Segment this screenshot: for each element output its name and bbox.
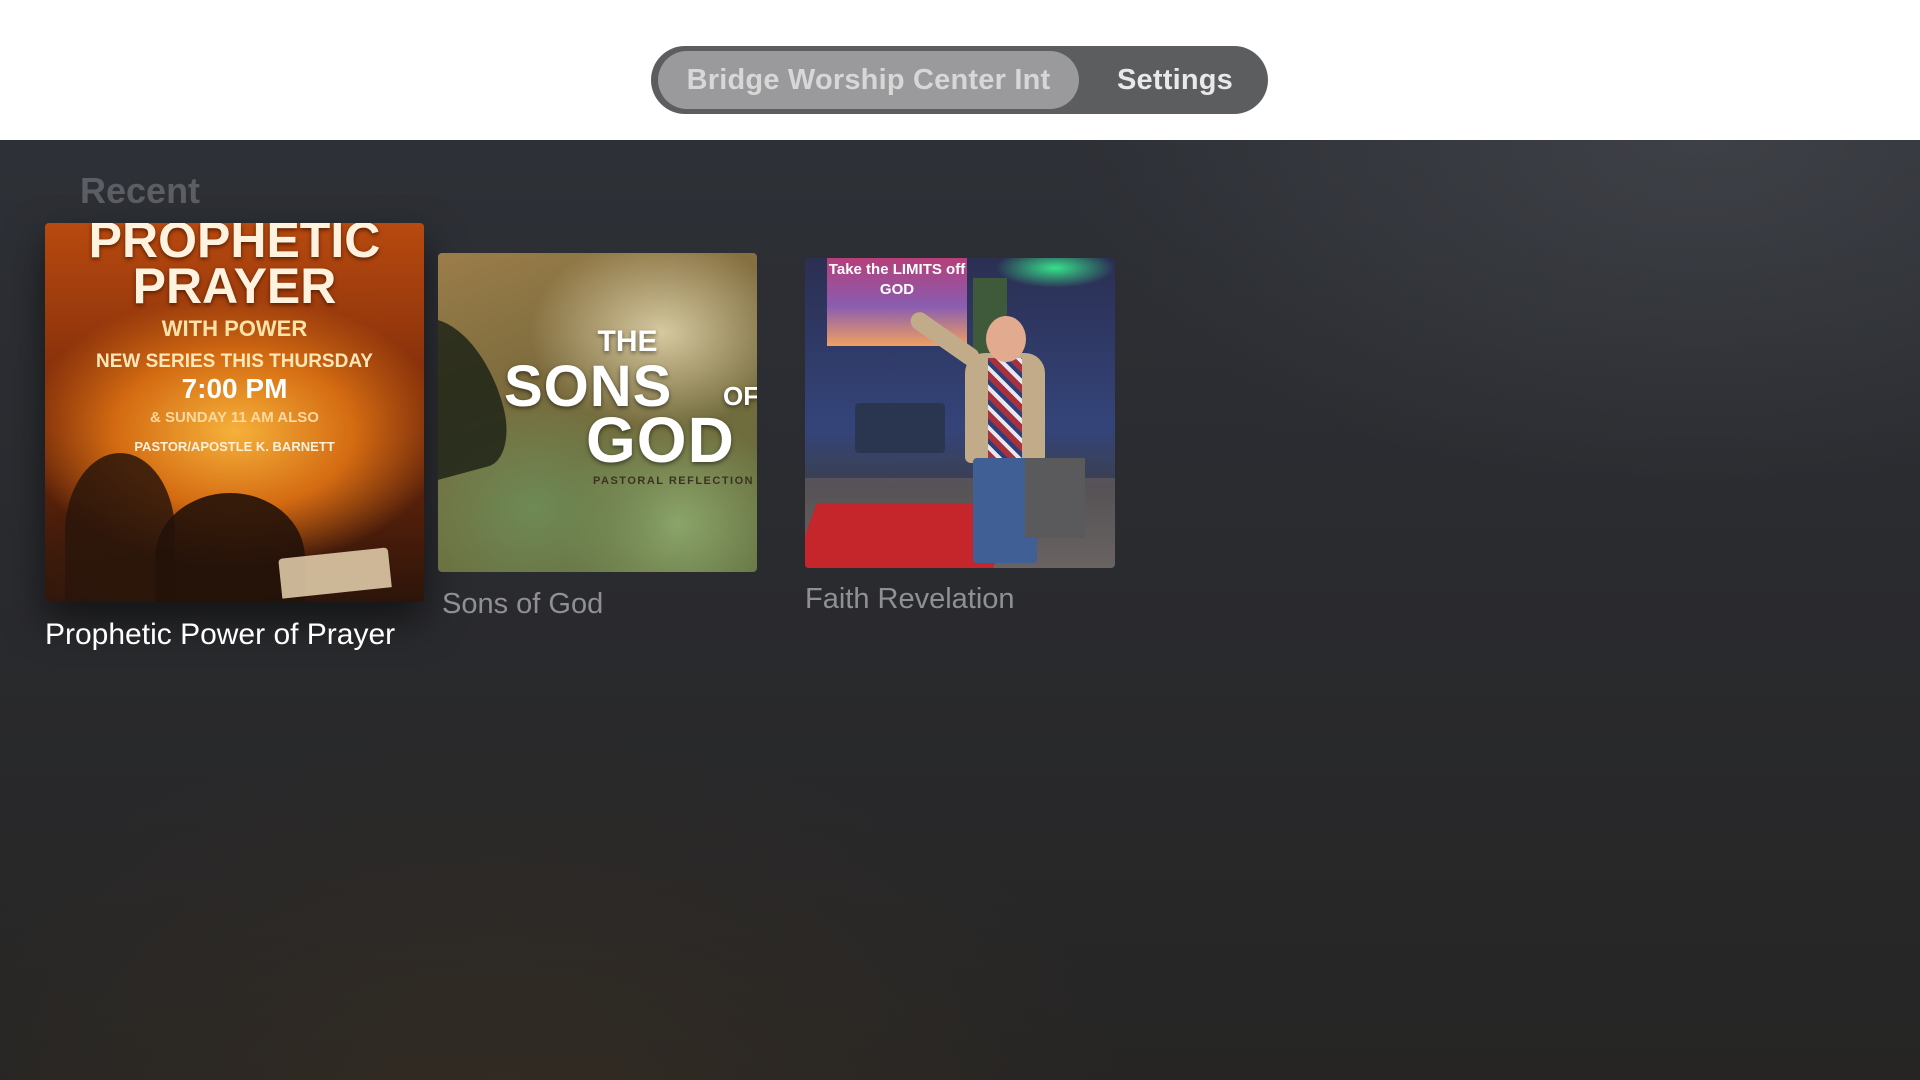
poster-image[interactable]: THE SONS OF GOD PASTORAL REFLECTION (438, 253, 757, 572)
poster-time: 7:00 PM (181, 373, 288, 404)
poster-sunday-text: & SUNDAY 11 AM ALSO (150, 409, 319, 426)
chairs-shape (855, 403, 945, 453)
tab-bridge-worship-center[interactable]: Bridge Worship Center Int (658, 51, 1079, 109)
screen-text: Take the LIMITS off GOD (828, 261, 966, 298)
poster-subheadline: WITH POWER (161, 316, 308, 341)
tab-settings[interactable]: Settings (1087, 51, 1263, 109)
media-title: Sons of God (442, 588, 604, 620)
poster-image[interactable]: Take the LIMITS off GOD (805, 258, 1115, 568)
media-title: Faith Revelation (805, 583, 1015, 615)
section-title-recent: Recent (80, 170, 201, 211)
stage-light-shape (995, 258, 1115, 288)
poster-series-text: NEW SERIES THIS THURSDAY (96, 351, 373, 372)
preacher-head-shape (986, 316, 1026, 362)
poster-image[interactable]: PROPHETIC PRAYER WITH POWER NEW SERIES T… (45, 223, 424, 602)
content-area: Recent PROPHETIC PRAYER WITH POWER NEW S… (0, 140, 1920, 1080)
top-bar: Bridge Worship Center Int Settings (0, 0, 1920, 140)
media-title: Prophetic Power of Prayer (45, 618, 396, 651)
poster-subtitle: PASTORAL REFLECTION (593, 475, 755, 487)
tab-bar: Bridge Worship Center Int Settings (651, 46, 1268, 114)
poster-headline: PROPHETIC PRAYER (88, 223, 381, 314)
poster-word-god: GOD (586, 404, 735, 476)
podium-shape (1025, 458, 1085, 538)
poster-pastor-text: PASTOR/APOSTLE K. BARNETT (134, 439, 335, 454)
preacher-shirt-shape (988, 358, 1022, 458)
